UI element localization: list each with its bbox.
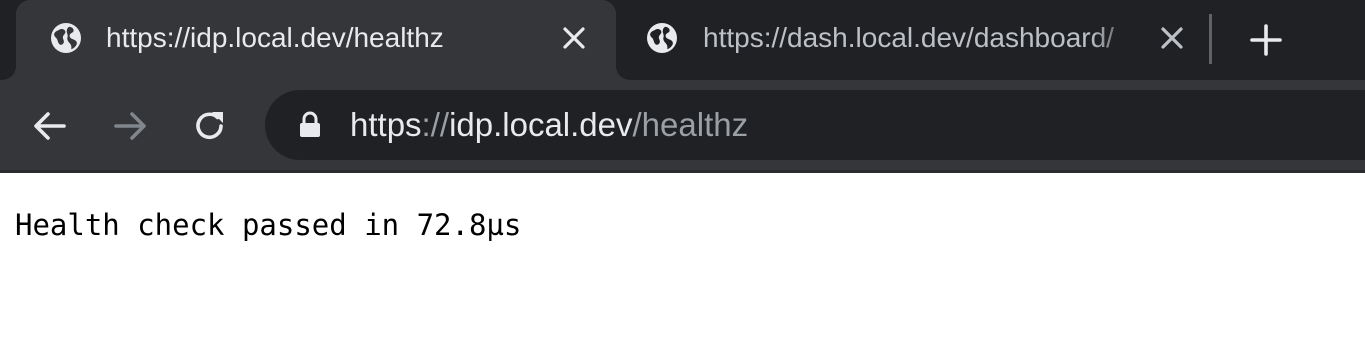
url-host: idp.local.dev bbox=[449, 106, 633, 143]
url-path: /healthz bbox=[632, 106, 749, 143]
tab-strip: https://idp.local.dev/healthz https://da… bbox=[0, 0, 1365, 80]
tab-title: https://idp.local.dev/healthz bbox=[106, 22, 444, 53]
close-icon[interactable] bbox=[1156, 22, 1188, 54]
address-bar[interactable]: https://idp.local.dev/healthz bbox=[265, 90, 1365, 160]
toolbar: https://idp.local.dev/healthz bbox=[0, 80, 1365, 170]
browser-window: https://idp.local.dev/healthz https://da… bbox=[0, 0, 1365, 363]
globe-icon bbox=[647, 23, 677, 53]
close-icon[interactable] bbox=[558, 22, 590, 54]
tab-title: https://dash.local.dev/dashboard/ bbox=[703, 22, 1114, 53]
tab-separator bbox=[1209, 14, 1212, 64]
tab-healthz[interactable]: https://idp.local.dev/healthz bbox=[16, 0, 616, 80]
page-content: Health check passed in 72.8µs bbox=[0, 173, 1365, 363]
arrow-right-icon[interactable] bbox=[108, 104, 152, 148]
globe-icon bbox=[51, 23, 81, 53]
url-separator: :// bbox=[421, 106, 450, 143]
arrow-left-icon[interactable] bbox=[28, 104, 72, 148]
url-scheme: https bbox=[350, 106, 422, 143]
reload-icon[interactable] bbox=[188, 104, 232, 148]
tab-dashboard[interactable]: https://dash.local.dev/dashboard/ bbox=[632, 0, 1202, 80]
url-text[interactable]: https://idp.local.dev/healthz bbox=[350, 90, 748, 160]
plus-icon[interactable] bbox=[1244, 18, 1288, 62]
health-status-text: Health check passed in 72.8µs bbox=[15, 208, 522, 242]
lock-icon[interactable] bbox=[295, 110, 325, 140]
